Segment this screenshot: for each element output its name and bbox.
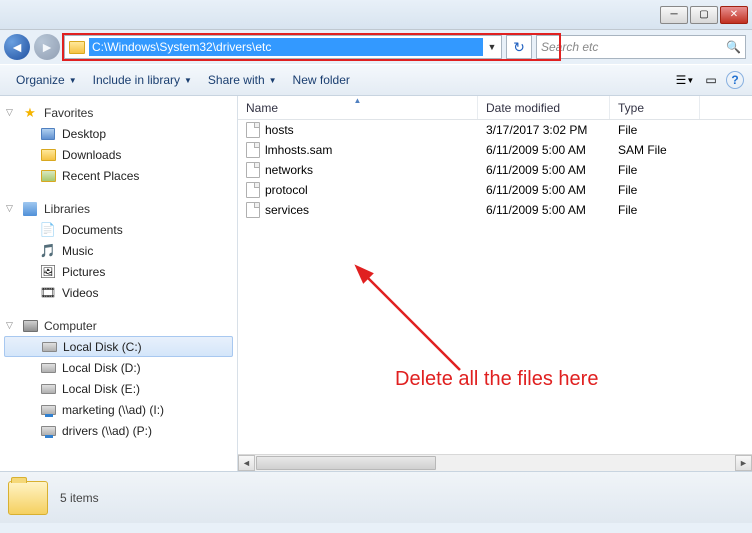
preview-pane-button[interactable]: ▭ xyxy=(700,70,722,90)
sidebar-item-drivers[interactable]: drivers (\\ad) (P:) xyxy=(0,420,237,441)
address-path[interactable]: C:\Windows\System32\drivers\etc xyxy=(89,38,483,56)
sidebar-item-local-d[interactable]: Local Disk (D:) xyxy=(0,357,237,378)
sidebar-item-pictures[interactable]: 🖼Pictures xyxy=(0,261,237,282)
status-text: 5 items xyxy=(60,491,99,505)
view-options-button[interactable]: ☰ ▼ xyxy=(674,70,696,90)
file-icon xyxy=(246,202,260,218)
sidebar-item-libraries[interactable]: ▽Libraries xyxy=(0,198,237,219)
file-icon xyxy=(246,162,260,178)
sidebar-item-videos[interactable]: 🎞Videos xyxy=(0,282,237,303)
file-date: 6/11/2009 5:00 AM xyxy=(478,143,610,157)
sidebar-item-computer[interactable]: ▽Computer xyxy=(0,315,237,336)
forward-button[interactable]: ► xyxy=(34,34,60,60)
sidebar-item-downloads[interactable]: Downloads xyxy=(0,144,237,165)
file-type: File xyxy=(610,123,700,137)
column-header-date[interactable]: Date modified xyxy=(478,96,610,119)
file-name: lmhosts.sam xyxy=(265,143,332,157)
refresh-button[interactable]: ↻ xyxy=(506,35,532,59)
sidebar-item-favorites[interactable]: ▽★Favorites xyxy=(0,102,237,123)
file-row[interactable]: hosts 3/17/2017 3:02 PM File xyxy=(238,120,752,140)
include-library-button[interactable]: Include in library▼ xyxy=(85,69,200,91)
sidebar-item-recent[interactable]: Recent Places xyxy=(0,165,237,186)
address-dropdown-icon[interactable]: ▼ xyxy=(483,42,501,52)
column-header-type[interactable]: Type xyxy=(610,96,700,119)
search-input[interactable]: Search etc 🔍 xyxy=(536,35,746,59)
sidebar-item-local-e[interactable]: Local Disk (E:) xyxy=(0,378,237,399)
navigation-bar: ◄ ► C:\Windows\System32\drivers\etc ▼ ↻ … xyxy=(0,30,752,64)
minimize-button[interactable]: ─ xyxy=(660,6,688,24)
file-name: hosts xyxy=(265,123,294,137)
search-icon: 🔍 xyxy=(726,40,741,54)
folder-icon xyxy=(8,481,48,515)
file-row[interactable]: lmhosts.sam 6/11/2009 5:00 AM SAM File xyxy=(238,140,752,160)
column-header-name[interactable]: Name▲ xyxy=(238,96,478,119)
file-row[interactable]: networks 6/11/2009 5:00 AM File xyxy=(238,160,752,180)
file-icon xyxy=(246,142,260,158)
file-icon xyxy=(246,122,260,138)
close-button[interactable]: ✕ xyxy=(720,6,748,24)
file-row[interactable]: protocol 6/11/2009 5:00 AM File xyxy=(238,180,752,200)
file-type: File xyxy=(610,163,700,177)
sidebar-item-desktop[interactable]: Desktop xyxy=(0,123,237,144)
file-type: SAM File xyxy=(610,143,700,157)
file-date: 6/11/2009 5:00 AM xyxy=(478,183,610,197)
column-header-row: Name▲ Date modified Type xyxy=(238,96,752,120)
titlebar: ─ ▢ ✕ xyxy=(0,0,752,30)
folder-icon xyxy=(69,41,85,54)
main-area: ▽★Favorites Desktop Downloads Recent Pla… xyxy=(0,96,752,471)
file-date: 6/11/2009 5:00 AM xyxy=(478,163,610,177)
file-date: 3/17/2017 3:02 PM xyxy=(478,123,610,137)
organize-button[interactable]: Organize▼ xyxy=(8,69,85,91)
file-type: File xyxy=(610,203,700,217)
file-type: File xyxy=(610,183,700,197)
back-button[interactable]: ◄ xyxy=(4,34,30,60)
file-name: networks xyxy=(265,163,313,177)
maximize-button[interactable]: ▢ xyxy=(690,6,718,24)
toolbar: Organize▼ Include in library▼ Share with… xyxy=(0,64,752,96)
new-folder-button[interactable]: New folder xyxy=(285,69,358,91)
search-placeholder: Search etc xyxy=(541,40,598,54)
file-name: protocol xyxy=(265,183,308,197)
file-date: 6/11/2009 5:00 AM xyxy=(478,203,610,217)
sidebar-item-marketing[interactable]: marketing (\\ad) (I:) xyxy=(0,399,237,420)
sidebar-item-music[interactable]: 🎵Music xyxy=(0,240,237,261)
address-bar[interactable]: C:\Windows\System32\drivers\etc ▼ xyxy=(64,35,502,59)
horizontal-scrollbar[interactable]: ◄ ► xyxy=(238,454,752,471)
scroll-left-button[interactable]: ◄ xyxy=(238,455,255,471)
file-icon xyxy=(246,182,260,198)
scroll-right-button[interactable]: ► xyxy=(735,455,752,471)
file-name: services xyxy=(265,203,309,217)
status-bar: 5 items xyxy=(0,471,752,523)
scrollbar-thumb[interactable] xyxy=(256,456,436,470)
help-button[interactable]: ? xyxy=(726,71,744,89)
sidebar-item-documents[interactable]: 📄Documents xyxy=(0,219,237,240)
file-list-pane: Name▲ Date modified Type hosts 3/17/2017… xyxy=(238,96,752,471)
file-row[interactable]: services 6/11/2009 5:00 AM File xyxy=(238,200,752,220)
navigation-pane: ▽★Favorites Desktop Downloads Recent Pla… xyxy=(0,96,238,471)
sidebar-item-local-c[interactable]: Local Disk (C:) xyxy=(4,336,233,357)
share-with-button[interactable]: Share with▼ xyxy=(200,69,285,91)
